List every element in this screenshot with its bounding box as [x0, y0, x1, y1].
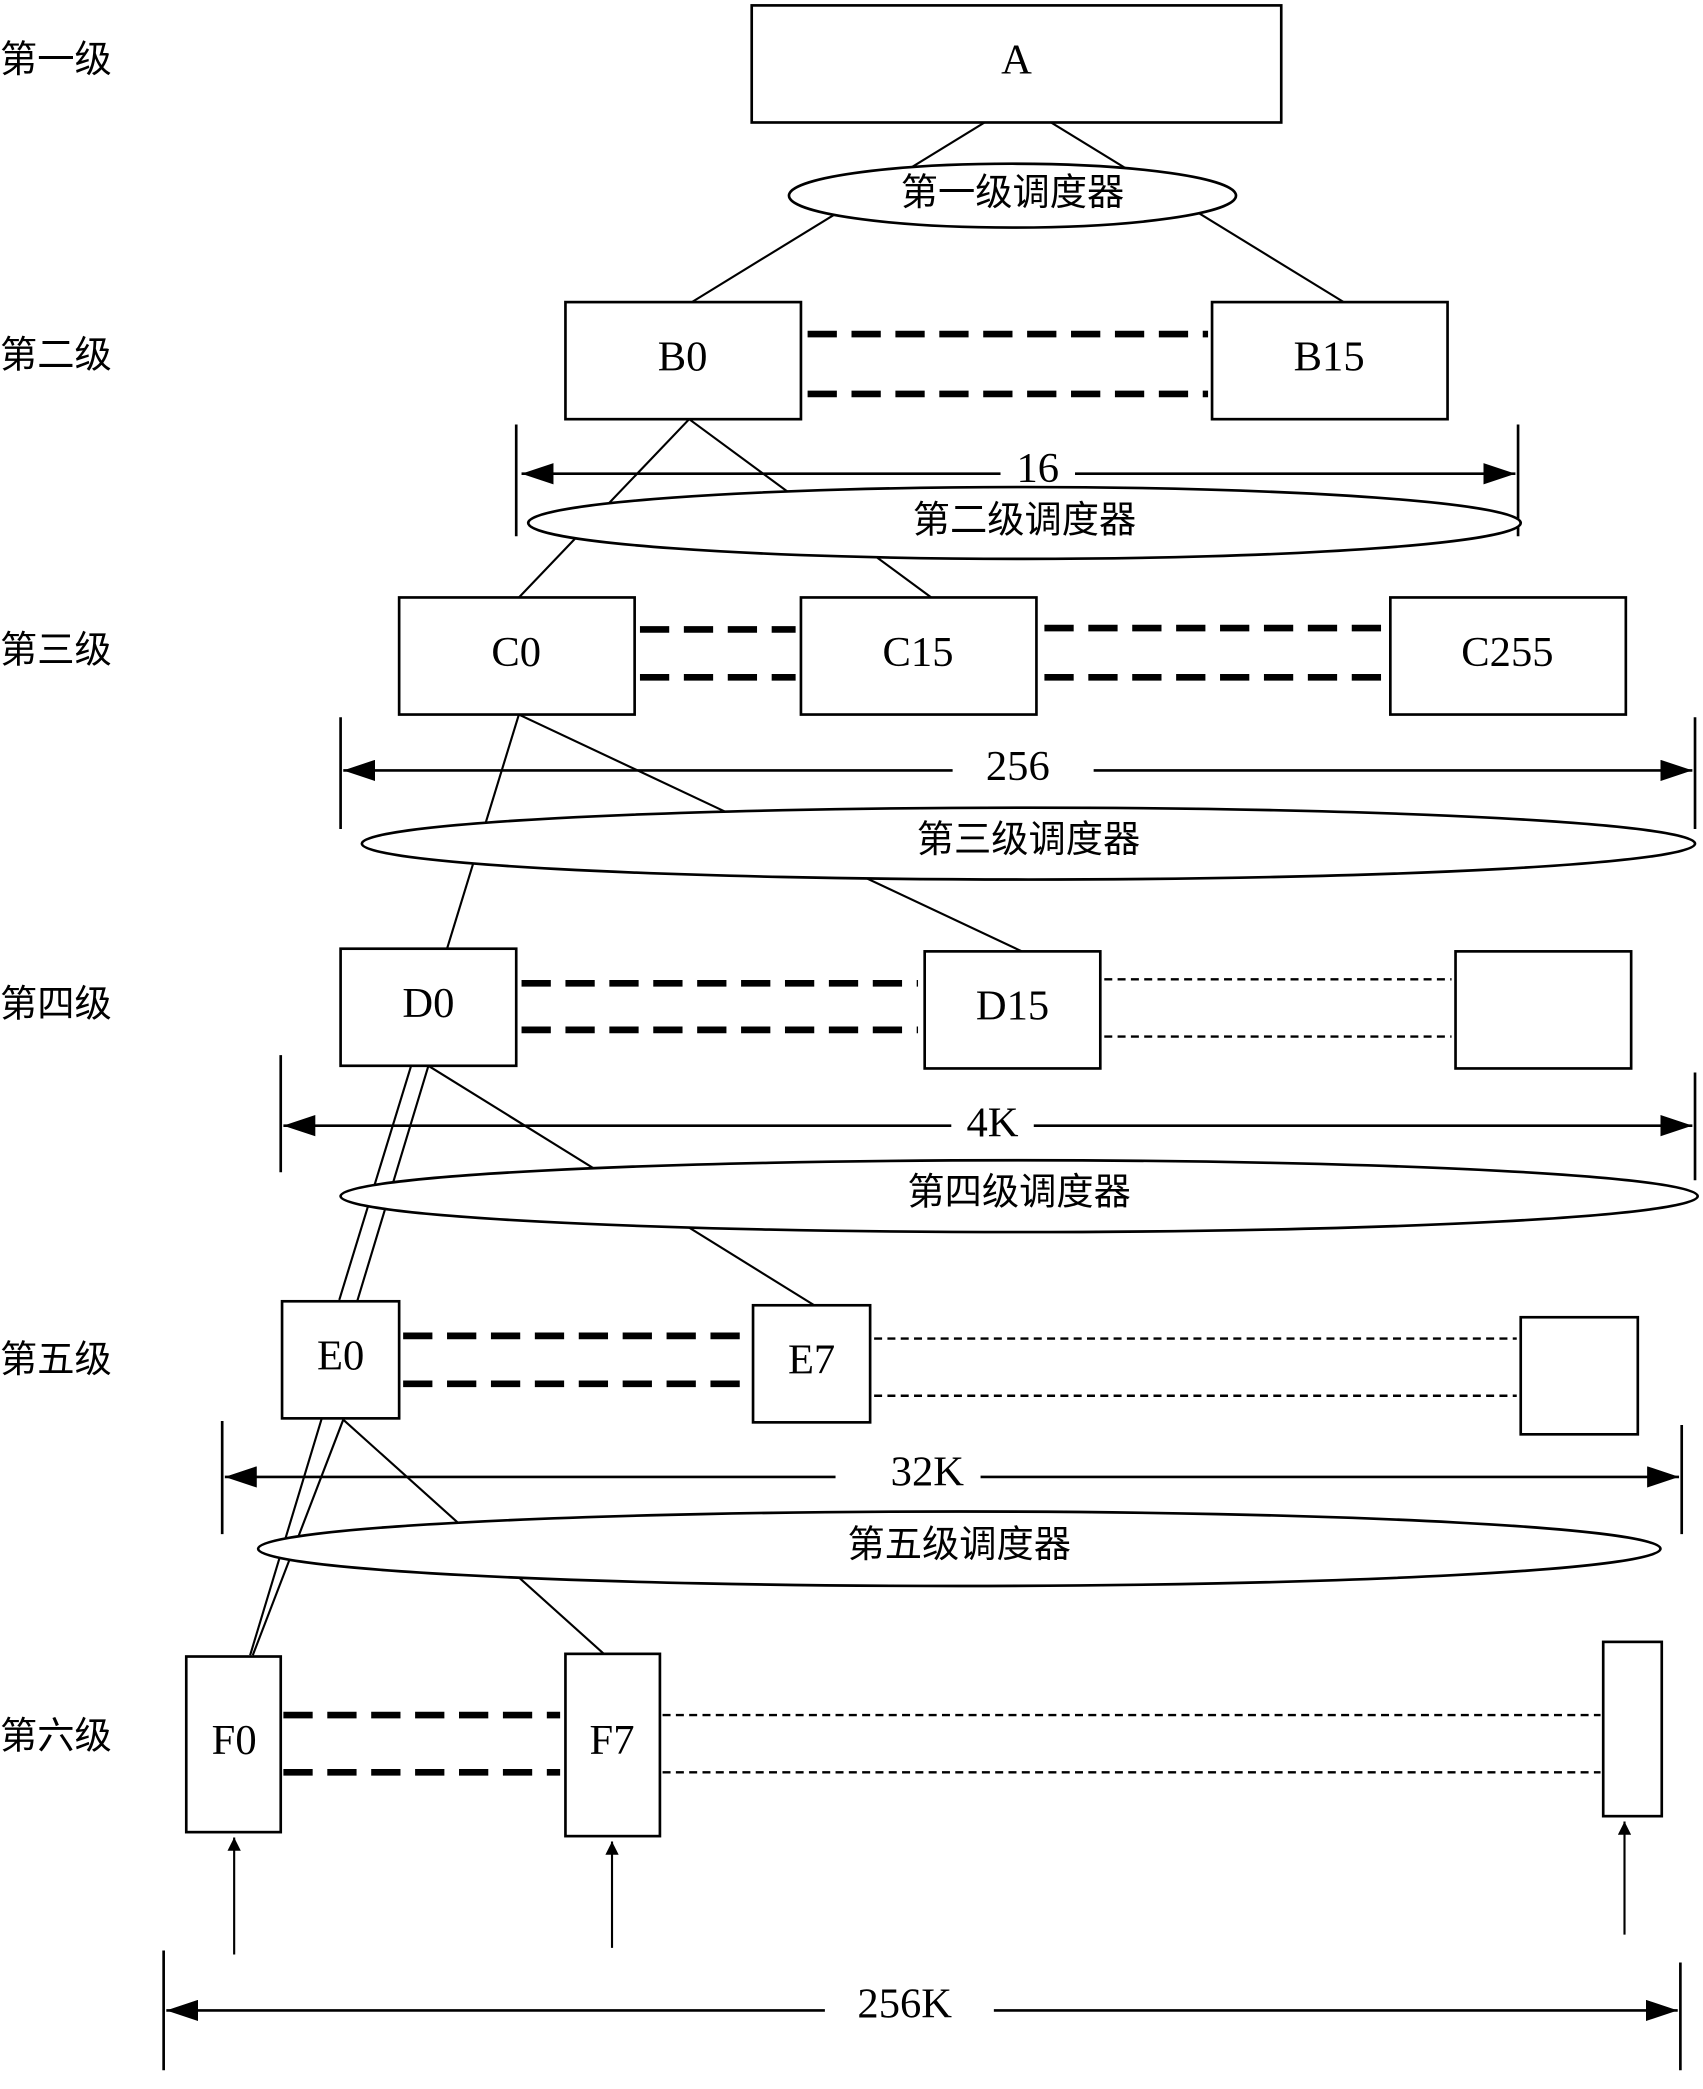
- scheduler-1: 第一级调度器: [787, 162, 1238, 229]
- svg-text:第三级调度器: 第三级调度器: [917, 817, 1141, 861]
- level-label-5: 第五级: [0, 1337, 112, 1381]
- svg-text:F7: F7: [590, 1717, 635, 1764]
- node-e0: E0: [280, 1299, 401, 1420]
- node-c0: C0: [397, 596, 636, 716]
- links-b: [807, 330, 1209, 398]
- svg-text:B0: B0: [658, 333, 708, 380]
- dimension-label-32k: 32K: [891, 1448, 965, 1495]
- node-c15: C15: [799, 596, 1038, 716]
- dimension-label-256k: 256K: [857, 1981, 952, 2028]
- scheduler-hierarchy-diagram: 第一级 第二级 第三级 第四级 第五级 第六级 16 256 4K 32K 25…: [0, 4, 1700, 2071]
- node-e7: E7: [751, 1303, 872, 1424]
- svg-text:C255: C255: [1461, 629, 1553, 676]
- node-d0: D0: [339, 947, 518, 1068]
- svg-text:A: A: [1001, 37, 1032, 84]
- scheduler-2: 第二级调度器: [526, 485, 1523, 561]
- svg-text:C0: C0: [491, 629, 541, 676]
- level-label-2: 第二级: [0, 332, 112, 376]
- node-b15: B15: [1210, 300, 1449, 421]
- svg-text:第四级调度器: 第四级调度器: [907, 1169, 1131, 1213]
- node-a: A: [750, 4, 1283, 124]
- scheduler-3: 第三级调度器: [360, 806, 1697, 881]
- links-f: [283, 1711, 1601, 1776]
- node-f7: F7: [564, 1652, 662, 1838]
- dimension-256k: 256K: [162, 1950, 1682, 2071]
- node-f0: F0: [184, 1655, 283, 1834]
- svg-text:第二级调度器: 第二级调度器: [913, 497, 1137, 541]
- svg-text:D15: D15: [976, 983, 1049, 1030]
- level-label-4: 第四级: [0, 982, 112, 1026]
- node-b0: B0: [564, 300, 803, 421]
- level-label-3: 第三级: [0, 628, 112, 672]
- node-d-last: [1454, 950, 1633, 1070]
- svg-text:第一级调度器: 第一级调度器: [901, 170, 1125, 214]
- svg-text:E0: E0: [317, 1333, 364, 1380]
- links-e: [403, 1332, 1517, 1397]
- level-label-1: 第一级: [0, 37, 112, 81]
- scheduler-5: 第五级调度器: [256, 1510, 1662, 1588]
- svg-text:C15: C15: [883, 629, 954, 676]
- dimension-label-4k: 4K: [967, 1100, 1019, 1147]
- node-c255: C255: [1389, 596, 1628, 716]
- scheduler-4: 第四级调度器: [339, 1158, 1700, 1234]
- svg-text:第五级调度器: 第五级调度器: [848, 1522, 1072, 1566]
- dimension-label-16: 16: [1016, 445, 1059, 492]
- svg-text:D0: D0: [402, 980, 454, 1027]
- svg-text:B15: B15: [1294, 333, 1365, 380]
- svg-text:E7: E7: [788, 1337, 835, 1384]
- input-arrows: [227, 1821, 1632, 1955]
- dimension-label-256: 256: [986, 743, 1050, 790]
- node-d15: D15: [923, 950, 1102, 1070]
- node-f-last: [1601, 1640, 1664, 1818]
- node-e-last: [1519, 1315, 1640, 1436]
- level-label-6: 第六级: [0, 1713, 112, 1757]
- svg-text:F0: F0: [212, 1717, 257, 1764]
